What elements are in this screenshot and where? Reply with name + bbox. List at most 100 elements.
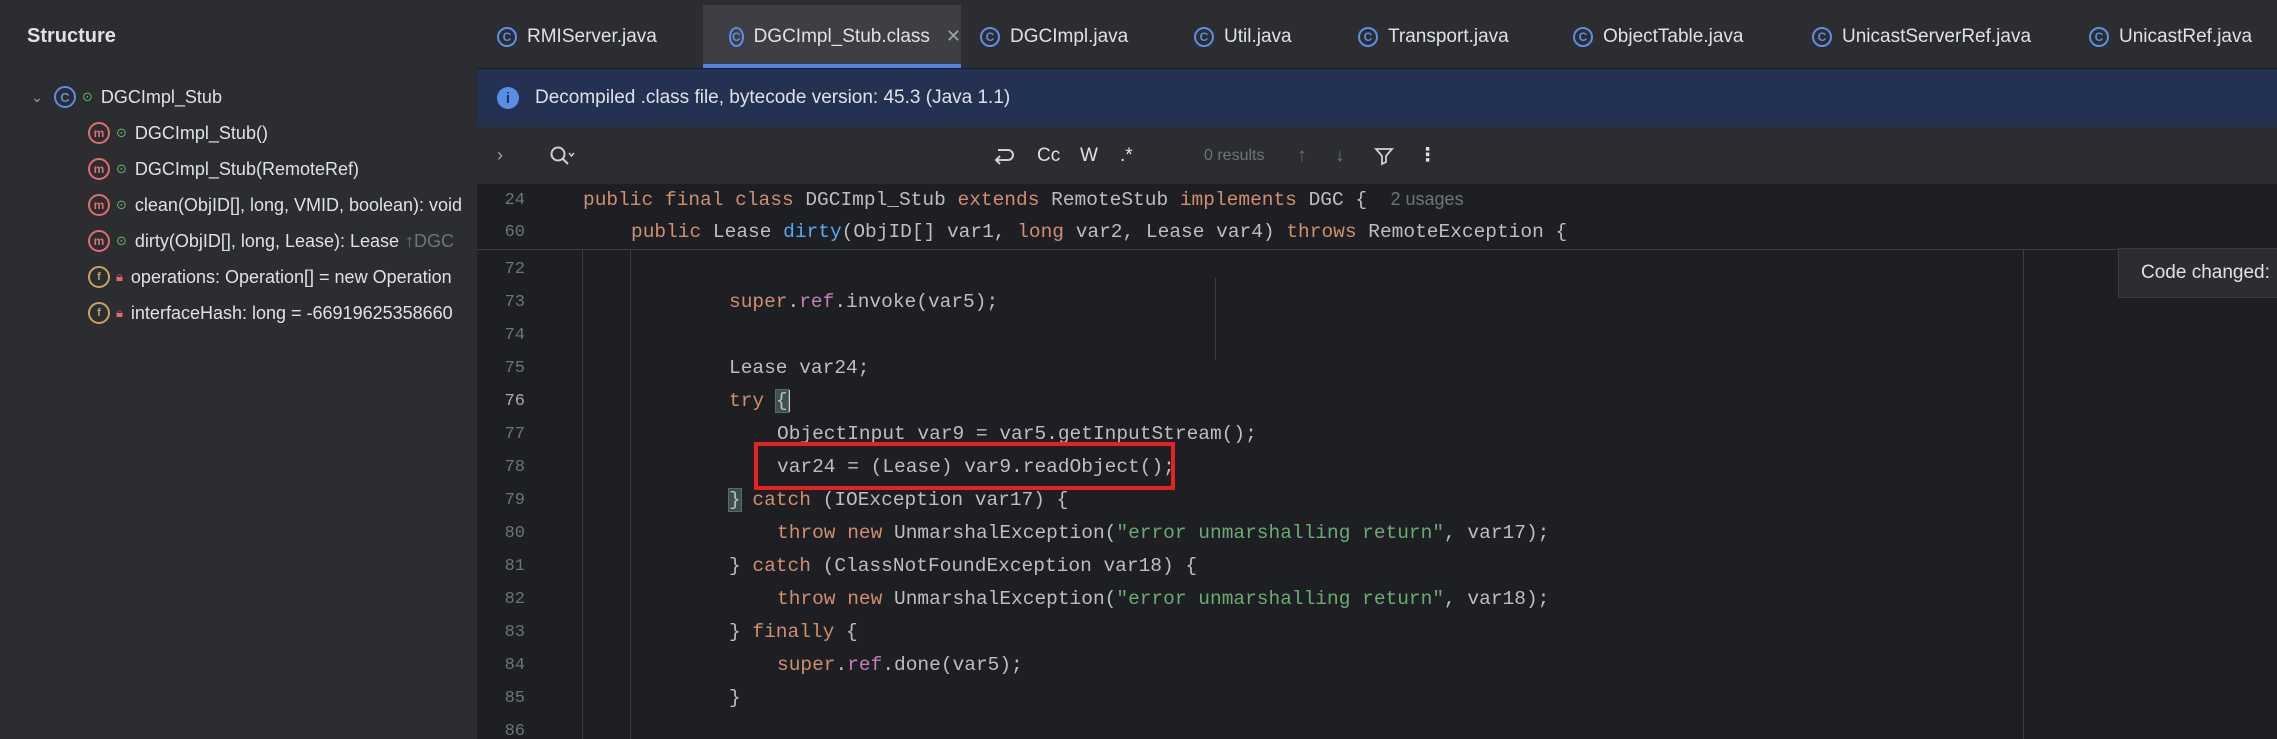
find-bar: › Cc W .* 0 results ↑ ↓ ⋮ — [477, 127, 2277, 185]
lock-icon: 🔒︎ — [116, 305, 123, 320]
code-line-84: super.ref.done(var5); — [777, 654, 1023, 676]
search-results-count: 0 results — [1204, 146, 1265, 164]
code-line-60: public Lease dirty(ObjID[] var1, long va… — [631, 221, 1568, 243]
method-icon: m — [88, 158, 110, 180]
code-line-75: Lease var24; — [729, 357, 870, 379]
public-icon: ⊙ — [82, 89, 93, 104]
arrow-down-icon[interactable]: ↓ — [1335, 127, 1345, 184]
lock-icon: 🔒︎ — [116, 269, 123, 284]
class-icon: C — [1573, 26, 1593, 47]
line-number: 75 — [504, 359, 525, 378]
tree-item-label: clean(ObjID[], long, VMID, boolean): voi… — [134, 194, 463, 215]
class-icon: C — [1194, 26, 1214, 47]
tab-dgcimpl-stub[interactable]: C DGCImpl_Stub.class ✕ — [703, 5, 961, 68]
tree-item-operations[interactable]: f 🔒︎ operations: Operation[] = new Opera… — [88, 260, 452, 294]
line-number: 85 — [504, 689, 525, 708]
code-changed-popup: Code changed: — [2118, 248, 2277, 298]
code-line-85: } — [729, 687, 741, 709]
tab-unicastserverref[interactable]: C UnicastServerRef.java — [1812, 5, 2031, 68]
tree-item-label: DGCImpl_Stub() — [134, 122, 268, 143]
tab-rmiserver[interactable]: C RMIServer.java — [497, 5, 657, 68]
class-icon: C — [2089, 26, 2109, 47]
structure-panel: Structure ⌄ C ⊙ DGCImpl_Stub m ⊙ DGCImpl… — [0, 5, 478, 739]
class-icon: C — [729, 26, 744, 47]
line-number: 77 — [504, 425, 525, 444]
tab-dgcimpl[interactable]: C DGCImpl.java — [980, 5, 1128, 68]
class-icon: C — [1358, 26, 1378, 47]
tree-item-interfacehash[interactable]: f 🔒︎ interfaceHash: long = -669196253586… — [88, 296, 453, 330]
class-icon: C — [54, 86, 76, 108]
tree-root-label: DGCImpl_Stub — [100, 86, 222, 107]
method-icon: m — [88, 122, 110, 144]
public-icon: ⊙ — [116, 125, 127, 140]
method-icon: m — [88, 194, 110, 216]
indent-guide — [1215, 278, 1216, 360]
tree-item-constructor[interactable]: m ⊙ DGCImpl_Stub() — [88, 116, 268, 150]
tab-unicastref[interactable]: C UnicastRef.java — [2089, 5, 2252, 68]
tab-transport[interactable]: C Transport.java — [1358, 5, 1509, 68]
line-number: 60 — [504, 223, 525, 242]
line-number: 73 — [504, 293, 525, 312]
line-number: 83 — [504, 623, 525, 642]
class-icon: C — [497, 26, 517, 47]
arrow-up-icon[interactable]: ↑ — [1297, 127, 1307, 184]
info-icon: i — [497, 87, 519, 109]
line-number: 74 — [504, 326, 525, 345]
tree-item-constructor-ref[interactable]: m ⊙ DGCImpl_Stub(RemoteRef) — [88, 152, 359, 186]
match-case-toggle[interactable]: Cc — [1037, 127, 1060, 184]
tab-label: DGCImpl.java — [1010, 25, 1129, 47]
line-number: 80 — [504, 524, 525, 543]
tree-item-label: dirty(ObjID[], long, Lease): Lease — [134, 230, 400, 251]
code-line-81: } catch (ClassNotFoundException var18) { — [729, 555, 1198, 577]
regex-toggle[interactable]: .* — [1120, 127, 1133, 184]
line-number: 84 — [504, 656, 525, 675]
tab-util[interactable]: C Util.java — [1194, 5, 1292, 68]
whole-words-toggle[interactable]: W — [1080, 127, 1098, 184]
tab-objecttable[interactable]: C ObjectTable.java — [1573, 5, 1743, 68]
sticky-line[interactable]: 24 public final class DGCImpl_Stub exten… — [477, 185, 2277, 217]
code-line-80: throw new UnmarshalException("error unma… — [777, 522, 1550, 544]
expand-replace-icon[interactable]: › — [497, 127, 503, 184]
code-editor[interactable]: 24 public final class DGCImpl_Stub exten… — [477, 185, 2277, 739]
code-line-24: public final class DGCImpl_Stub extends … — [583, 189, 1464, 211]
tab-label: ObjectTable.java — [1603, 25, 1744, 47]
line-number: 78 — [504, 458, 525, 477]
class-icon: C — [1812, 26, 1832, 47]
tree-item-clean[interactable]: m ⊙ clean(ObjID[], long, VMID, boolean):… — [88, 188, 462, 222]
structure-title: Structure — [27, 25, 116, 47]
tree-item-label: operations: Operation[] = new Operation — [130, 266, 452, 287]
tree-item-label: interfaceHash: long = -66919625358660 — [130, 302, 453, 323]
tree-item-dirty[interactable]: m ⊙ dirty(ObjID[], long, Lease): Lease ↑… — [88, 224, 454, 258]
code-line-83: } finally { — [729, 621, 858, 643]
line-number: 82 — [504, 590, 525, 609]
right-margin-guide — [2023, 249, 2024, 739]
method-icon: m — [88, 230, 110, 252]
code-line-73: super.ref.invoke(var5); — [729, 291, 999, 313]
search-history-icon[interactable] — [992, 127, 1016, 184]
tree-item-label: DGCImpl_Stub(RemoteRef) — [134, 158, 359, 179]
line-number: 79 — [504, 491, 525, 510]
usages-hint: 2 usages — [1390, 189, 1464, 209]
public-icon: ⊙ — [116, 161, 127, 176]
code-line-79: } catch (IOException var17) { — [728, 488, 1069, 512]
code-line-76: try { — [729, 389, 790, 414]
close-icon[interactable]: ✕ — [946, 26, 961, 47]
highlight-annotation-box — [754, 442, 1175, 490]
field-icon: f — [88, 266, 110, 288]
line-number: 24 — [504, 191, 525, 210]
line-number-current: 76 — [504, 392, 525, 411]
public-icon: ⊙ — [116, 233, 127, 248]
search-icon[interactable] — [549, 127, 575, 184]
more-options-icon[interactable]: ⋮ — [1418, 127, 1437, 184]
tab-label: UnicastServerRef.java — [1842, 25, 2032, 47]
field-icon: f — [88, 302, 110, 324]
editor-tab-bar: C RMIServer.java C DGCImpl_Stub.class ✕ … — [477, 5, 2277, 69]
sticky-line[interactable]: 60 public Lease dirty(ObjID[] var1, long… — [477, 217, 2277, 250]
indent-guide — [630, 249, 631, 739]
banner-text: Decompiled .class file, bytecode version… — [535, 87, 1011, 108]
tree-root[interactable]: ⌄ C ⊙ DGCImpl_Stub — [30, 80, 222, 114]
decompiled-banner: i Decompiled .class file, bytecode versi… — [477, 69, 2277, 127]
chevron-down-icon[interactable]: ⌄ — [30, 89, 44, 105]
tree-item-suffix: ↑DGC — [405, 230, 455, 251]
filter-icon[interactable] — [1374, 127, 1394, 184]
